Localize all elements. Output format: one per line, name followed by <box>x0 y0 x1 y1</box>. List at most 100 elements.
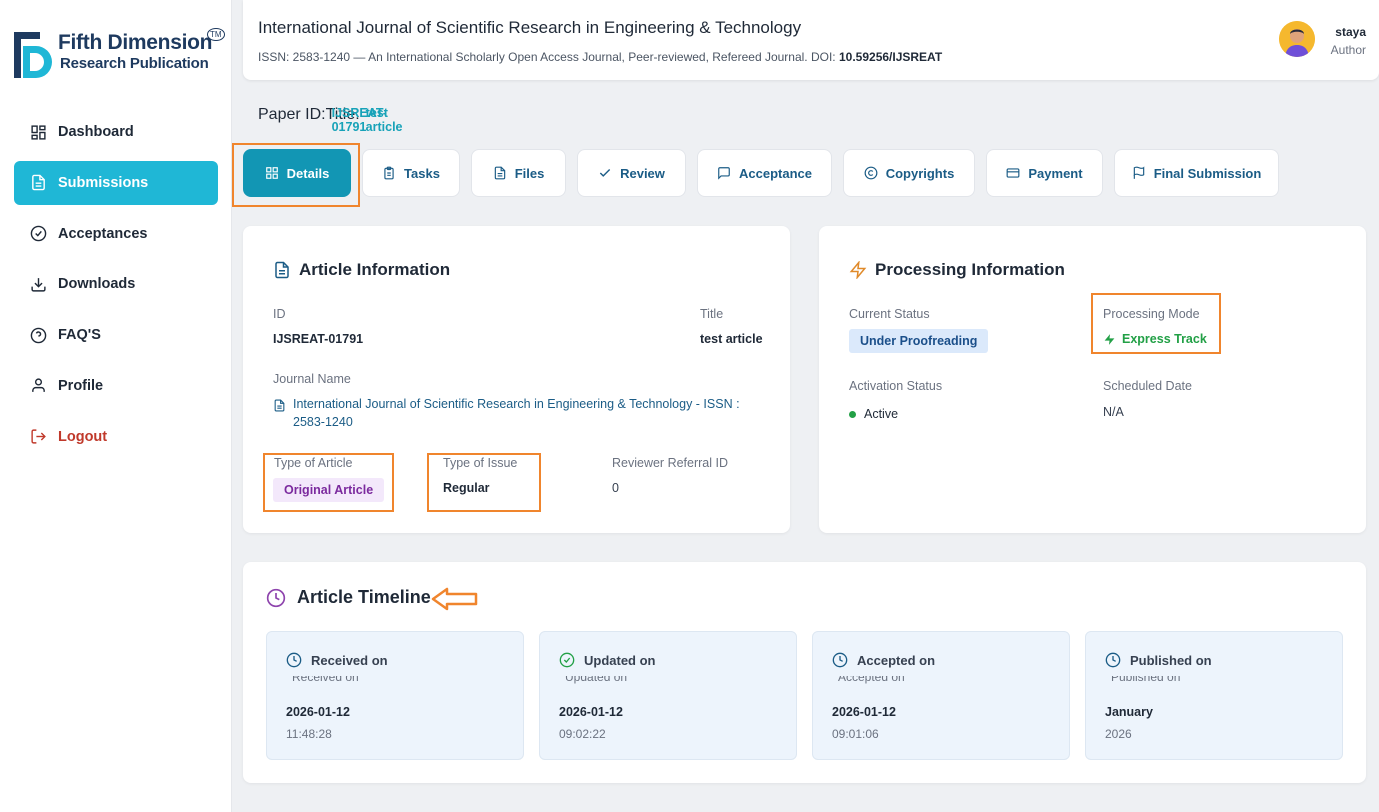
timeline-item-date: 2026-01-12 <box>559 705 623 719</box>
trademark-mark: TM <box>207 28 225 41</box>
timeline-item-ghost-text: Accepted on <box>832 676 952 685</box>
timeline-item-received: Received on Received on 2026-01-12 11:48… <box>266 631 524 760</box>
sidebar-item-label: Profile <box>58 377 104 394</box>
sidebar-item-dashboard[interactable]: Dashboard <box>14 110 218 154</box>
check-circle-icon <box>559 652 575 668</box>
type-of-issue-value: Regular <box>443 481 490 495</box>
timeline-item-date: 2026-01-12 <box>832 705 896 719</box>
user-icon <box>32 378 45 393</box>
journal-doi: 10.59256/IJSREAT <box>838 50 943 64</box>
tab-acceptance[interactable]: Acceptance <box>697 149 832 197</box>
tab-label: Review <box>620 165 665 181</box>
sidebar-item-faqs[interactable]: FAQ'S <box>14 313 218 357</box>
journal-name-link[interactable]: International Journal of Scientific Rese… <box>293 395 773 431</box>
timeline-item-accepted: Accepted on Accepted on 2026-01-12 09:01… <box>812 631 1070 760</box>
timeline-item-published: Published on Published on January 2026 <box>1085 631 1343 760</box>
tab-label: Payment <box>1028 165 1083 181</box>
sidebar-item-profile[interactable]: Profile <box>14 364 218 408</box>
tab-label: Tasks <box>404 165 440 181</box>
user-role: Author <box>1330 43 1366 57</box>
title-label: Title <box>700 307 724 321</box>
tab-files[interactable]: Files <box>471 149 566 197</box>
timeline-item-ghost-text: Updated on <box>559 676 679 685</box>
tab-tasks[interactable]: Tasks <box>362 149 460 197</box>
tab-label: Copyrights <box>885 165 955 181</box>
timeline-item-ghost-label: Published on <box>1111 676 1181 684</box>
processing-mode-text: Express Track <box>1122 332 1207 346</box>
document-icon <box>274 399 285 412</box>
user-name[interactable]: staya <box>1335 25 1366 39</box>
timeline-item-ghost-label: Accepted on <box>838 676 905 684</box>
tab-payment[interactable]: Payment <box>986 149 1103 197</box>
sidebar: Fifth Dimension Research Publication TM … <box>0 0 232 812</box>
reviewer-referral-value: 0 <box>612 481 619 495</box>
grid-icon <box>265 167 278 179</box>
id-value: IJSREAT-01791 <box>273 332 364 346</box>
timeline-item-time: 2026 <box>1105 727 1132 741</box>
timeline-item-date: 2026-01-12 <box>286 705 350 719</box>
tab-copyrights[interactable]: Copyrights <box>843 149 975 197</box>
document-icon <box>275 261 289 279</box>
check-circle-icon <box>30 225 47 242</box>
sidebar-nav: Dashboard Submissions Acceptances Downlo… <box>14 110 218 466</box>
scheduled-date-value: N/A <box>1103 405 1124 419</box>
tab-final-submission[interactable]: Final Submission <box>1114 149 1279 197</box>
card-title: Article Timeline <box>266 587 431 608</box>
clipboard-icon <box>384 166 394 180</box>
dashboard-icon <box>31 124 46 140</box>
sidebar-item-label: Submissions <box>58 174 149 191</box>
timeline-item-label: Received on <box>311 652 388 668</box>
tab-review[interactable]: Review <box>577 149 686 197</box>
journal-name-label: Journal Name <box>273 372 351 386</box>
processing-mode-value: Express Track <box>1103 332 1207 346</box>
sidebar-item-label: Downloads <box>58 276 136 293</box>
article-information-card: Article Information ID IJSREAT-01791 Tit… <box>243 226 790 533</box>
sidebar-item-acceptances[interactable]: Acceptances <box>14 212 218 256</box>
clock-icon <box>286 652 302 668</box>
paper-heading: Paper ID: IJSREAT-01791 Title: test article <box>258 106 403 134</box>
tab-label: Details <box>286 165 330 181</box>
current-status-label: Current Status <box>849 307 930 321</box>
sidebar-item-label: Acceptances <box>58 225 148 242</box>
message-icon <box>718 167 730 180</box>
id-label: ID <box>273 307 286 321</box>
timeline-item-label: Published on <box>1130 652 1212 668</box>
timeline-item-heading: Updated on <box>559 652 656 668</box>
type-of-article-label: Type of Article <box>274 456 353 470</box>
avatar[interactable] <box>1279 21 1315 57</box>
activation-status-value: Active <box>849 407 898 421</box>
timeline-item-ghost-text: Received on <box>286 676 406 685</box>
sidebar-item-label: FAQ'S <box>58 327 101 344</box>
title-value: test article <box>700 332 763 346</box>
sidebar-item-submissions[interactable]: Submissions <box>14 160 218 205</box>
timeline-item-label: Updated on <box>584 652 656 668</box>
scheduled-date-label: Scheduled Date <box>1103 379 1192 393</box>
tab-label: Final Submission <box>1153 165 1262 181</box>
card-title-text: Article Information <box>299 260 451 279</box>
timeline-item-date: January <box>1105 705 1153 719</box>
activation-status-label: Activation Status <box>849 379 943 393</box>
download-icon <box>31 278 46 292</box>
timeline-item-heading: Published on <box>1105 652 1212 668</box>
file-icon <box>32 175 45 191</box>
paper-title-value: test article <box>365 106 403 134</box>
tab-details[interactable]: Details <box>243 149 351 197</box>
clock-icon <box>1105 652 1121 668</box>
clock-icon <box>832 652 848 668</box>
brand-logo[interactable]: Fifth Dimension Research Publication TM <box>14 28 225 82</box>
timeline-item-heading: Received on <box>286 652 388 668</box>
type-of-issue-label: Type of Issue <box>443 456 518 470</box>
brand-name: Fifth Dimension <box>58 31 213 54</box>
card-title: Article Information <box>273 260 450 280</box>
timeline-item-time: 09:01:06 <box>832 727 879 741</box>
sidebar-item-logout[interactable]: Logout <box>14 415 218 459</box>
sidebar-item-downloads[interactable]: Downloads <box>14 262 218 306</box>
card-title-text: Processing Information <box>875 260 1065 279</box>
timeline-item-ghost-label: Updated on <box>565 676 628 684</box>
reviewer-referral-label: Reviewer Referral ID <box>612 456 729 470</box>
timeline-item-time: 09:02:22 <box>559 727 606 741</box>
logout-icon <box>31 429 46 444</box>
arrow-left-icon <box>431 587 478 611</box>
journal-name-line1: International Journal of Scientific Rese… <box>293 397 740 411</box>
timeline-item-ghost-label: Received on <box>292 676 359 684</box>
